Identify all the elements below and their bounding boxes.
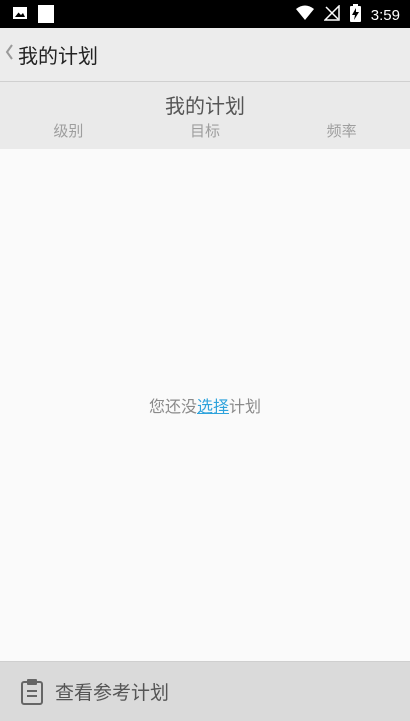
column-header-level: 级别 [53, 122, 84, 140]
plan-header: 我的计划 级别 目标 频率 [0, 82, 410, 149]
status-right-icons: 3:59 [295, 4, 400, 26]
chevron-left-icon [4, 43, 14, 66]
battery-charging-icon [349, 4, 361, 26]
status-bar: 3:59 [0, 0, 410, 28]
view-reference-plans-button[interactable]: 查看参考计划 [0, 661, 410, 721]
empty-state-message: 您还没选择计划 [0, 393, 410, 417]
plan-title: 我的计划 [165, 94, 245, 118]
square-icon [38, 5, 54, 27]
empty-state-suffix: 计划 [229, 397, 262, 416]
column-header-frequency: 频率 [326, 122, 357, 140]
back-button[interactable]: 我的计划 [4, 38, 98, 71]
column-header-goal: 目标 [190, 122, 221, 140]
image-icon [12, 5, 28, 27]
select-plan-link[interactable]: 选择 [197, 397, 229, 416]
status-time: 3:59 [370, 6, 400, 24]
clipboard-icon [20, 678, 44, 706]
plan-column-headers: 级别 目标 频率 [0, 120, 410, 141]
empty-state-prefix: 您还没 [148, 397, 197, 416]
wifi-icon [295, 5, 314, 25]
app-bar: 我的计划 [0, 28, 410, 82]
view-reference-plans-label: 查看参考计划 [55, 682, 170, 704]
status-left-icons [12, 5, 54, 27]
app-bar-title: 我的计划 [18, 44, 98, 68]
no-signal-icon [322, 4, 340, 25]
